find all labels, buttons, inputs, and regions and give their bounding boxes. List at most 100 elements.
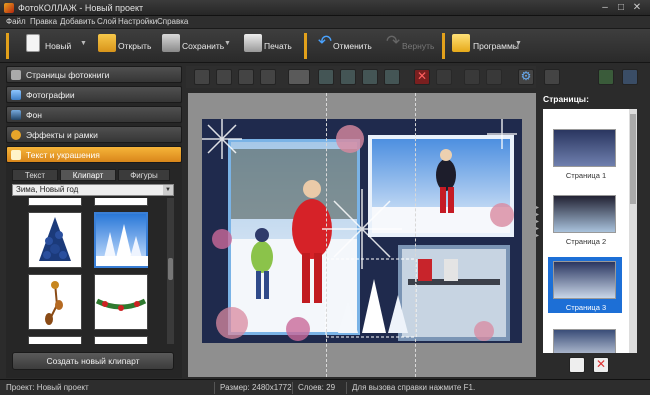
- section-background[interactable]: Фон: [6, 106, 182, 123]
- window-title: ФотоКОЛЛАЖ - Новый проект: [18, 3, 144, 13]
- tab-clipart[interactable]: Клипарт: [60, 169, 116, 181]
- snow-hills-clipart: [96, 224, 148, 266]
- add-page-icon[interactable]: [598, 69, 614, 85]
- close-icon[interactable]: ✕: [630, 2, 644, 14]
- page-settings-icon[interactable]: [622, 69, 638, 85]
- minimize-icon[interactable]: –: [598, 2, 612, 14]
- crop-icon[interactable]: [436, 69, 452, 85]
- delete-icon[interactable]: ✕: [414, 69, 430, 85]
- align-dropdown-icon[interactable]: [288, 69, 310, 85]
- guide-line: [415, 93, 416, 377]
- duplicate-page-icon[interactable]: [569, 357, 585, 373]
- print-button[interactable]: Печать: [244, 29, 296, 63]
- send-back-icon[interactable]: [260, 69, 276, 85]
- programs-label: Программы: [473, 41, 519, 51]
- clipart-scrollbar[interactable]: [167, 198, 174, 344]
- page-thumbnail[interactable]: [553, 129, 616, 167]
- status-help: Для вызова справки нажмите F1.: [352, 383, 476, 392]
- section-photos[interactable]: Фотографии: [6, 86, 182, 103]
- section-text-decorations[interactable]: Текст и украшения: [6, 146, 182, 163]
- section-effects-frames[interactable]: Эффекты и рамки: [6, 126, 182, 143]
- printer-icon: [244, 34, 262, 52]
- clipart-category-select[interactable]: Зима, Новый год ▼: [12, 184, 174, 196]
- undo-arrow-icon: ↶: [317, 32, 333, 51]
- redo-button[interactable]: ↷ Вернуть: [384, 29, 435, 63]
- scrollbar-thumb[interactable]: [630, 114, 636, 204]
- status-divider: [292, 382, 293, 394]
- create-clipart-button[interactable]: Создать новый клипарт: [12, 352, 174, 370]
- blue-tree-clipart: [39, 217, 71, 261]
- menu-add[interactable]: Добавить: [60, 17, 95, 26]
- status-bar: Проект: Новый проект Размер: 2480x1772 С…: [0, 379, 650, 395]
- menu-file[interactable]: Файл: [6, 17, 26, 26]
- send-backward-icon[interactable]: [238, 69, 254, 85]
- menu-edit[interactable]: Правка: [30, 17, 57, 26]
- programs-button[interactable]: Программы ▼: [452, 29, 524, 63]
- gear-icon[interactable]: ⚙: [518, 69, 534, 85]
- chevron-down-icon[interactable]: ▼: [224, 40, 231, 47]
- new-label: Новый: [45, 41, 72, 51]
- toolbar-separator: [6, 33, 9, 59]
- clipart-item[interactable]: [94, 336, 148, 344]
- effect-icon[interactable]: [464, 69, 480, 85]
- page-thumbnail[interactable]: [553, 329, 616, 353]
- chevron-down-icon[interactable]: ▼: [163, 185, 173, 195]
- panel-collapse-arrows[interactable]: ▸ ▸ ▸ ▸ ▸: [536, 205, 541, 245]
- open-button[interactable]: Открыть: [98, 29, 153, 63]
- photo-icon: [11, 90, 21, 100]
- menu-settings[interactable]: Настройки: [118, 17, 157, 26]
- delete-page-icon[interactable]: ✕: [593, 357, 609, 373]
- page-label: Страница 2: [565, 237, 607, 246]
- toolbar-separator: [442, 33, 445, 59]
- status-divider: [346, 382, 347, 394]
- clipart-item[interactable]: [28, 212, 82, 268]
- pages-title: Страницы:: [543, 94, 589, 104]
- chevron-down-icon[interactable]: ▼: [80, 40, 87, 47]
- section-label: Текст и украшения: [26, 150, 100, 160]
- bring-front-icon[interactable]: [216, 69, 232, 85]
- new-button[interactable]: Новый ▼: [26, 29, 88, 63]
- clipart-grid: [12, 198, 166, 344]
- clipart-item[interactable]: [94, 198, 148, 206]
- clipart-item[interactable]: [28, 198, 82, 206]
- category-value: Зима, Новый год: [16, 185, 79, 194]
- menu-layer[interactable]: Слой: [97, 17, 116, 26]
- collage-page[interactable]: [202, 119, 522, 343]
- flip-left-icon[interactable]: [318, 69, 334, 85]
- save-button[interactable]: Сохранить ▼: [162, 29, 234, 63]
- chevron-down-icon[interactable]: ▼: [515, 40, 522, 47]
- lock-icon[interactable]: [544, 69, 560, 85]
- status-size: Размер: 2480x1772: [220, 383, 292, 392]
- effects-icon: [11, 130, 21, 140]
- scrollbar-thumb[interactable]: [168, 258, 173, 280]
- pinecone-clipart: [45, 281, 63, 325]
- collage-artwork: [202, 119, 522, 343]
- page-label: Страница 1: [565, 171, 607, 180]
- clipart-item[interactable]: [28, 336, 82, 344]
- status-project: Проект: Новый проект: [6, 383, 89, 392]
- clipart-item[interactable]: [28, 274, 82, 330]
- flip-horizontal-icon[interactable]: [384, 69, 400, 85]
- clipart-item[interactable]: [94, 274, 148, 330]
- flip-vertical-icon[interactable]: [362, 69, 378, 85]
- clipart-item-selected[interactable]: [94, 212, 148, 268]
- section-book-pages[interactable]: Страницы фотокниги: [6, 66, 182, 83]
- pages-icon: [11, 70, 21, 80]
- tab-text[interactable]: Текст: [12, 169, 58, 181]
- flip-right-icon[interactable]: [340, 69, 356, 85]
- bring-forward-icon[interactable]: [194, 69, 210, 85]
- gift-box-icon: [452, 34, 470, 52]
- page-thumbnail[interactable]: [553, 195, 616, 233]
- maximize-icon[interactable]: □: [614, 2, 628, 14]
- print-label: Печать: [264, 41, 292, 51]
- pipette-icon[interactable]: [486, 69, 502, 85]
- section-label: Эффекты и рамки: [26, 130, 98, 140]
- toolbar-separator: [304, 33, 307, 59]
- canvas-area[interactable]: [188, 93, 536, 377]
- pages-scrollbar[interactable]: [629, 109, 637, 353]
- menu-help[interactable]: Справка: [157, 17, 188, 26]
- tab-shapes[interactable]: Фигуры: [118, 169, 170, 181]
- pages-panel: Страницы: Страница 1 Страница 2 Страница…: [541, 91, 641, 379]
- undo-button[interactable]: ↶ Отменить: [316, 29, 372, 63]
- page-thumbnail[interactable]: [553, 261, 616, 299]
